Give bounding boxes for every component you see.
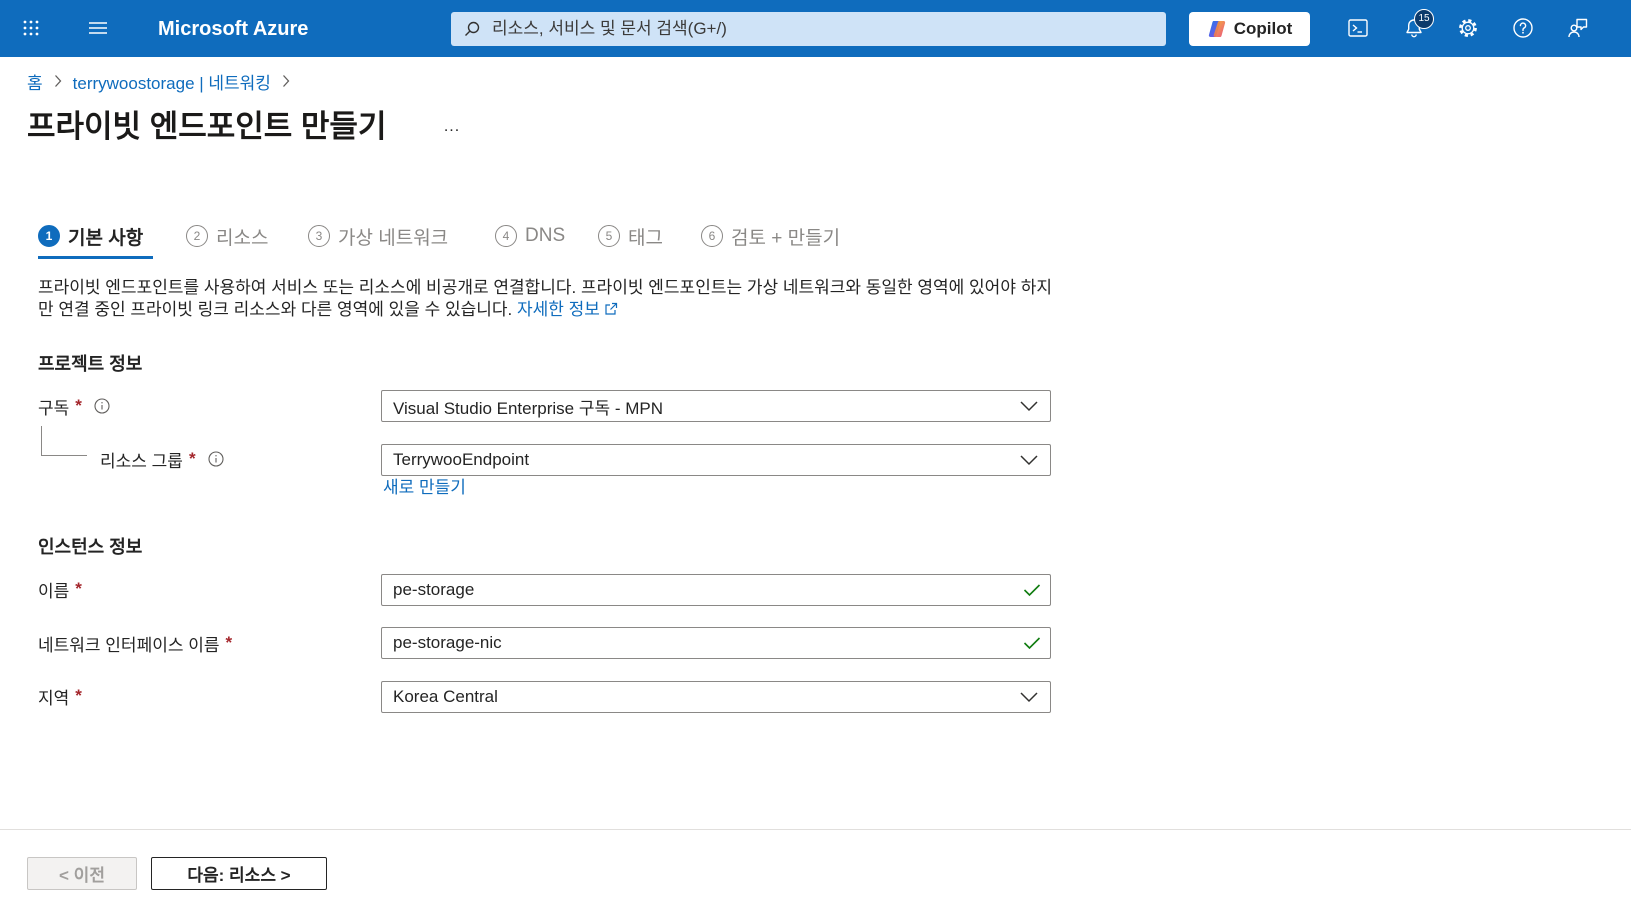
tab-label: 가상 네트워크 [338,227,449,249]
region-value: Korea Central [393,687,498,706]
nic-name-label: 네트워크 인터페이스 이름 * [38,632,233,655]
copilot-button[interactable]: Copilot [1189,12,1310,46]
more-options-button[interactable]: ... [438,114,466,140]
chevron-down-icon [1019,454,1039,466]
tab-label: 검토 + 만들기 [731,227,841,249]
tab-label: 태그 [628,227,663,249]
hierarchy-connector [41,426,87,456]
chevron-down-icon [1019,691,1039,703]
info-icon[interactable] [94,398,110,414]
tab-resource[interactable]: 2 리소스 [186,223,268,249]
tab-label: 기본 사항 [68,227,144,249]
resource-group-label: 리소스 그룹 * [100,448,224,471]
tab-review-create[interactable]: 6 검토 + 만들기 [701,223,840,249]
project-details-heading: 프로젝트 정보 [38,354,143,374]
tab-step-number: 1 [38,225,60,247]
breadcrumb-home-link[interactable]: 홈 [27,69,43,94]
tab-tags[interactable]: 5 태그 [598,223,663,249]
chevron-down-icon [1019,400,1039,412]
required-asterisk: * [75,579,82,598]
tab-virtual-network[interactable]: 3 가상 네트워크 [308,223,448,249]
tab-step-number: 4 [495,225,517,247]
next-resource-button[interactable]: 다음: 리소스 > [151,857,327,890]
tab-step-number: 2 [186,225,208,247]
portal-brand-home-link[interactable]: Microsoft Azure [158,16,308,42]
check-icon [1023,636,1041,650]
page-title: 프라이빗 엔드포인트 만들기 [27,109,387,144]
resource-group-label-text: 리소스 그룹 [100,451,183,471]
search-input[interactable] [490,13,1166,45]
copilot-label: Copilot [1233,19,1293,38]
name-field[interactable] [381,574,1051,606]
intro-description: 프라이빗 엔드포인트를 사용하여 서비스 또는 리소스에 비공개로 연결합니다.… [38,277,1053,322]
hamburger-menu-icon[interactable] [76,6,120,50]
tab-step-number: 5 [598,225,620,247]
waffle-icon[interactable] [9,6,53,50]
settings-icon[interactable] [1446,6,1490,50]
breadcrumb-storage-networking-link[interactable]: terrywoostorage | 네트워킹 [73,69,271,94]
notifications-button[interactable]: 15 [1392,6,1436,50]
tab-step-number: 3 [308,225,330,247]
name-label-text: 이름 [38,581,70,601]
learn-more-link[interactable]: 자세한 정보 [517,300,618,319]
required-asterisk: * [75,686,82,705]
help-icon[interactable] [1501,6,1545,50]
previous-button[interactable]: < 이전 [27,857,137,890]
info-icon[interactable] [208,451,224,467]
subscription-label: 구독 * [38,395,110,418]
instance-details-heading: 인스턴스 정보 [38,537,143,557]
active-tab-indicator [38,256,153,259]
search-icon [464,21,480,37]
cloud-shell-icon[interactable] [1336,6,1380,50]
nic-name-field[interactable] [381,627,1051,659]
check-icon [1023,583,1041,597]
subscription-value: Visual Studio Enterprise 구독 - MPN [393,398,664,418]
region-dropdown[interactable]: Korea Central [381,681,1051,713]
chevron-right-icon [54,74,62,88]
required-asterisk: * [225,633,233,652]
tab-dns[interactable]: 4 DNS [495,223,565,249]
resource-group-dropdown[interactable]: TerrywooEndpoint [381,444,1051,476]
region-label: 지역 * [38,685,82,708]
tab-step-number: 6 [701,225,723,247]
name-input[interactable] [382,575,1023,605]
breadcrumb: 홈 terrywoostorage | 네트워킹 [27,69,301,93]
resource-group-value: TerrywooEndpoint [393,450,530,469]
tab-label: 리소스 [216,227,269,249]
external-link-icon [604,300,618,322]
name-label: 이름 * [38,578,82,601]
create-new-resource-group-link[interactable]: 새로 만들기 [383,477,466,499]
required-asterisk: * [188,449,196,468]
notification-count-badge: 15 [1414,9,1434,29]
top-navigation-bar: Microsoft Azure Copilot 15 [0,0,1631,57]
subscription-label-text: 구독 [38,398,70,418]
feedback-icon[interactable] [1556,6,1600,50]
tab-label: DNS [525,225,566,246]
chevron-right-icon [282,74,290,88]
required-asterisk: * [75,396,82,415]
nic-name-input[interactable] [382,628,1023,658]
footer-divider [0,829,1631,830]
learn-more-label: 자세한 정보 [516,300,600,319]
global-search-box[interactable] [451,12,1166,46]
region-label-text: 지역 [38,688,70,708]
copilot-icon [1207,19,1227,39]
nic-name-label-text: 네트워크 인터페이스 이름 [38,635,220,655]
tab-basics[interactable]: 1 기본 사항 [38,223,143,249]
subscription-dropdown[interactable]: Visual Studio Enterprise 구독 - MPN [381,390,1051,422]
